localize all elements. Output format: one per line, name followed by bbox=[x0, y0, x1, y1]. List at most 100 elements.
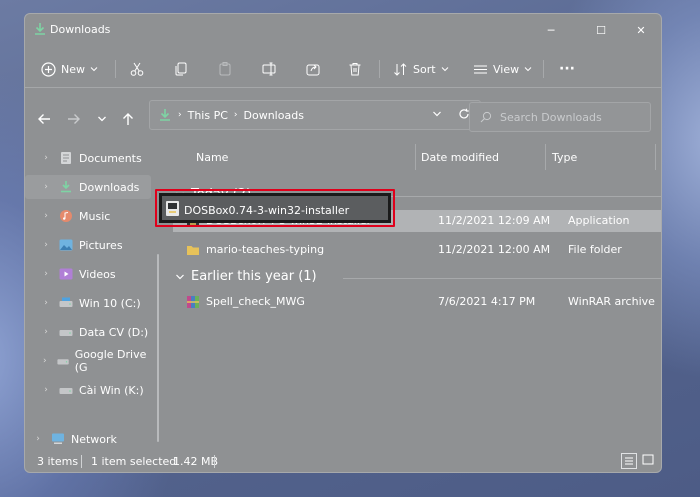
command-bar: New Sort View ··· bbox=[25, 50, 661, 88]
file-date: 7/6/2021 4:17 PM bbox=[438, 295, 536, 308]
column-header-type[interactable]: Type bbox=[552, 146, 577, 168]
expand-chevron-icon[interactable]: › bbox=[37, 385, 55, 395]
address-bar[interactable]: › This PC › Downloads bbox=[149, 100, 481, 130]
network-icon bbox=[52, 433, 64, 444]
up-button[interactable] bbox=[119, 110, 137, 128]
details-view-button[interactable] bbox=[621, 453, 637, 469]
chevron-down-icon bbox=[441, 67, 448, 72]
maximize-button[interactable]: ☐ bbox=[589, 20, 613, 40]
sidebar-item-network[interactable]: › Network bbox=[25, 427, 135, 451]
column-separator[interactable] bbox=[655, 144, 656, 170]
arrow-up-icon bbox=[123, 113, 133, 125]
sidebar-item-label: Downloads bbox=[79, 180, 140, 194]
sort-icon bbox=[394, 62, 407, 76]
sidebar-item-label: Data CV (D:) bbox=[79, 325, 149, 339]
view-label: View bbox=[493, 62, 520, 76]
expand-chevron-icon[interactable]: › bbox=[37, 240, 55, 250]
more-options-button[interactable]: ··· bbox=[559, 58, 575, 80]
file-type: File folder bbox=[568, 243, 622, 256]
drive-icon bbox=[59, 388, 73, 394]
group-label: Earlier this year (1) bbox=[191, 269, 317, 284]
copy-button[interactable] bbox=[173, 58, 189, 80]
close-button[interactable]: ✕ bbox=[629, 20, 653, 40]
minimize-button[interactable]: ─ bbox=[539, 20, 563, 40]
recent-locations-button[interactable] bbox=[93, 110, 111, 128]
group-header-earlier-this-year[interactable]: Earlier this year (1) bbox=[175, 269, 317, 284]
chevron-down-icon bbox=[90, 67, 98, 72]
sidebar-item-label: Documents bbox=[79, 151, 142, 165]
window-title: Downloads bbox=[50, 23, 111, 36]
selection-highlight-annotation: DOSBox0.74-3-win32-installer bbox=[155, 189, 395, 227]
title-bar: Downloads ─ ☐ ✕ bbox=[25, 14, 661, 46]
application-icon bbox=[166, 201, 179, 216]
expand-chevron-icon[interactable]: › bbox=[37, 211, 55, 221]
column-header-date-modified[interactable]: Date modified bbox=[421, 146, 499, 168]
address-history-button[interactable] bbox=[432, 109, 442, 122]
arrow-left-icon bbox=[38, 114, 50, 124]
expand-chevron-icon[interactable]: › bbox=[37, 269, 55, 279]
search-box[interactable]: Search Downloads bbox=[469, 102, 651, 132]
expand-chevron-icon[interactable]: › bbox=[37, 356, 53, 366]
column-header-name[interactable]: Name bbox=[196, 146, 228, 168]
sidebar-item-cai-win-k[interactable]: › Cài Win (K:) bbox=[25, 378, 151, 402]
paste-button[interactable] bbox=[217, 58, 233, 80]
sidebar-item-label: Pictures bbox=[79, 238, 123, 252]
command-separator bbox=[379, 60, 380, 78]
sidebar-item-label: Network bbox=[71, 432, 117, 446]
view-button[interactable]: View bbox=[473, 58, 532, 80]
pictures-icon bbox=[59, 239, 73, 251]
chevron-down-icon bbox=[433, 111, 441, 117]
sidebar-item-label: Music bbox=[79, 209, 111, 223]
rename-button[interactable] bbox=[261, 58, 277, 80]
details-view-icon bbox=[625, 457, 633, 465]
group-divider bbox=[343, 278, 661, 279]
sidebar-item-google-drive[interactable]: › Google Drive (G bbox=[25, 348, 151, 374]
downloads-icon bbox=[61, 181, 71, 193]
file-date: 11/2/2021 12:09 AM bbox=[438, 214, 551, 227]
file-type: Application bbox=[568, 214, 630, 227]
download-icon bbox=[35, 23, 45, 35]
back-button[interactable] bbox=[35, 110, 53, 128]
delete-button[interactable] bbox=[347, 58, 363, 80]
highlighted-file-row[interactable]: DOSBox0.74-3-win32-installer bbox=[159, 193, 391, 223]
forward-button[interactable] bbox=[65, 110, 83, 128]
expand-chevron-icon[interactable]: › bbox=[37, 153, 55, 163]
scissors-icon bbox=[130, 62, 144, 76]
breadcrumb-chevron-icon: › bbox=[233, 110, 238, 120]
sidebar-item-win10-c[interactable]: › Win 10 (C:) bbox=[25, 291, 151, 315]
sidebar-item-data-cv-d[interactable]: › Data CV (D:) bbox=[25, 320, 151, 344]
file-type: WinRAR archive bbox=[568, 295, 655, 308]
file-explorer-window: Downloads ─ ☐ ✕ New Sort View ··· › This… bbox=[24, 13, 662, 473]
new-button[interactable]: New bbox=[41, 58, 98, 80]
cut-button[interactable] bbox=[129, 58, 145, 80]
expand-chevron-icon[interactable]: › bbox=[37, 327, 55, 337]
sidebar-scrollbar[interactable] bbox=[157, 254, 159, 442]
status-size: 1.42 MB bbox=[173, 455, 219, 468]
drive-icon bbox=[57, 359, 69, 365]
chevron-down-icon bbox=[524, 67, 532, 72]
videos-icon bbox=[59, 268, 73, 280]
expand-chevron-icon[interactable]: › bbox=[29, 434, 47, 444]
sidebar-item-documents[interactable]: › Documents bbox=[25, 146, 151, 170]
documents-icon bbox=[61, 152, 71, 164]
trash-icon bbox=[349, 63, 361, 76]
sidebar-item-videos[interactable]: › Videos bbox=[25, 262, 151, 286]
column-separator[interactable] bbox=[545, 144, 546, 170]
sidebar-item-pictures[interactable]: › Pictures bbox=[25, 233, 151, 257]
expand-chevron-icon[interactable]: › bbox=[37, 182, 55, 192]
breadcrumb-this-pc[interactable]: This PC bbox=[188, 109, 228, 122]
status-selection: 1 item selected bbox=[91, 455, 177, 468]
column-separator[interactable] bbox=[415, 144, 416, 170]
sidebar-item-music[interactable]: › Music bbox=[25, 204, 151, 228]
paste-icon bbox=[219, 62, 231, 76]
expand-chevron-icon[interactable]: › bbox=[37, 298, 55, 308]
new-label: New bbox=[61, 62, 85, 76]
breadcrumb-downloads[interactable]: Downloads bbox=[244, 109, 304, 122]
sidebar-item-downloads[interactable]: › Downloads bbox=[25, 175, 151, 199]
share-button[interactable] bbox=[305, 58, 321, 80]
search-input[interactable]: Search Downloads bbox=[500, 111, 602, 124]
sort-button[interactable]: Sort bbox=[393, 58, 449, 80]
tiles-view-button[interactable] bbox=[641, 453, 657, 469]
file-row-mario-teaches-typing[interactable]: mario-teaches-typing 11/2/2021 12:00 AM … bbox=[173, 239, 661, 261]
file-row-spell-check-mwg[interactable]: Spell_check_MWG 7/6/2021 4:17 PM WinRAR … bbox=[173, 291, 661, 313]
